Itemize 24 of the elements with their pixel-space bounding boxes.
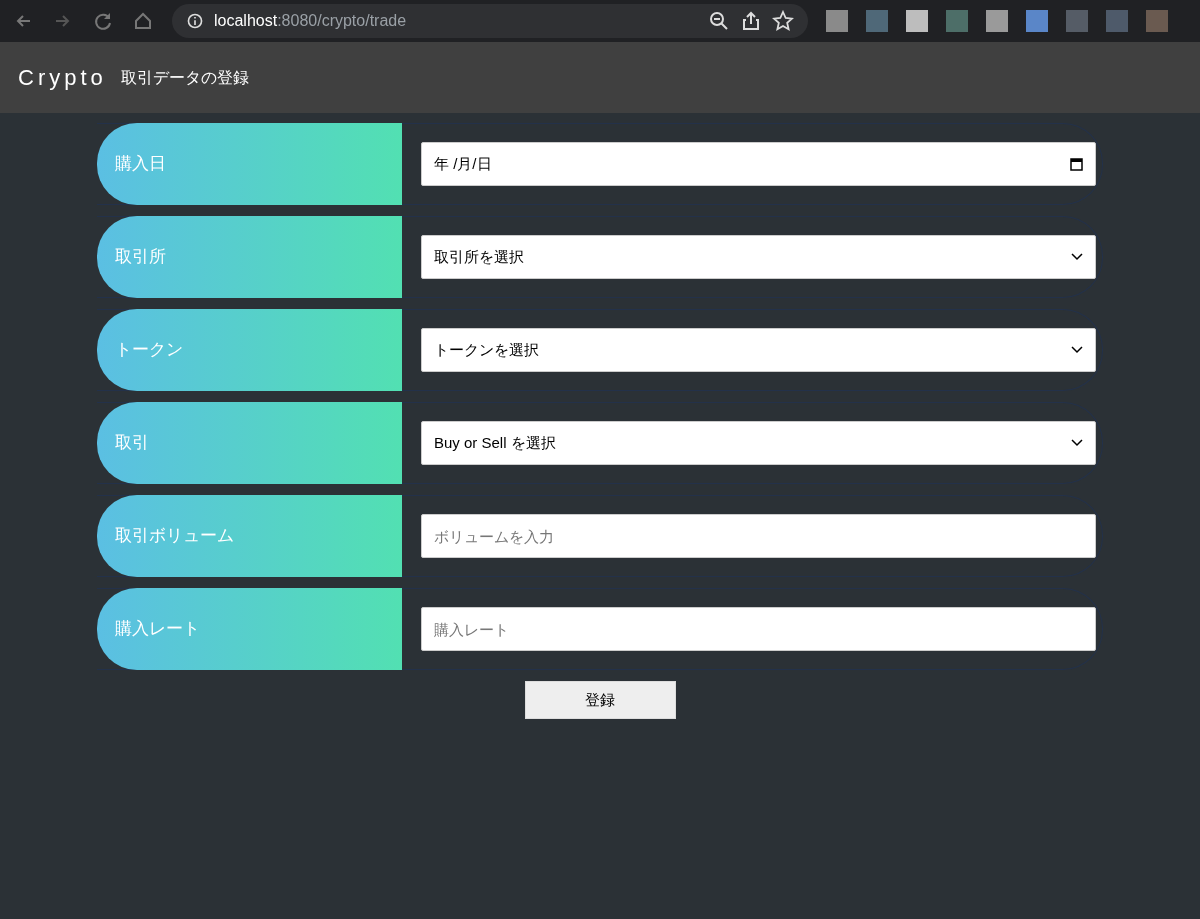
chevron-icon bbox=[1071, 346, 1083, 354]
field-label: トークン bbox=[97, 309, 402, 391]
select-field[interactable]: 取引所を選択 bbox=[421, 235, 1096, 279]
select-field[interactable]: トークンを選択 bbox=[421, 328, 1096, 372]
home-icon[interactable] bbox=[132, 10, 154, 32]
field-label: 購入日 bbox=[97, 123, 402, 205]
share-icon[interactable] bbox=[740, 10, 762, 32]
text-input[interactable]: ボリュームを入力 bbox=[421, 514, 1096, 558]
submit-button[interactable]: 登録 bbox=[524, 681, 676, 719]
field-label: 取引 bbox=[97, 402, 402, 484]
field-label: 購入レート bbox=[97, 588, 402, 670]
date-field[interactable]: 年 /月/日 bbox=[421, 142, 1096, 186]
page-title: 取引データの登録 bbox=[120, 67, 249, 88]
chevron-icon bbox=[1071, 253, 1083, 261]
info-icon[interactable] bbox=[186, 12, 204, 30]
zoom-out-icon[interactable] bbox=[708, 10, 730, 32]
field-label: 取引所 bbox=[97, 216, 402, 298]
brand-title[interactable]: Crypto bbox=[18, 61, 107, 94]
chevron-icon bbox=[1071, 439, 1083, 447]
calendar-icon[interactable] bbox=[1070, 157, 1083, 171]
select-field[interactable]: Buy or Sell を選択 bbox=[421, 421, 1096, 465]
star-icon[interactable] bbox=[772, 10, 794, 32]
text-input[interactable]: 購入レート bbox=[421, 607, 1096, 651]
field-label: 取引ボリューム bbox=[97, 495, 402, 577]
